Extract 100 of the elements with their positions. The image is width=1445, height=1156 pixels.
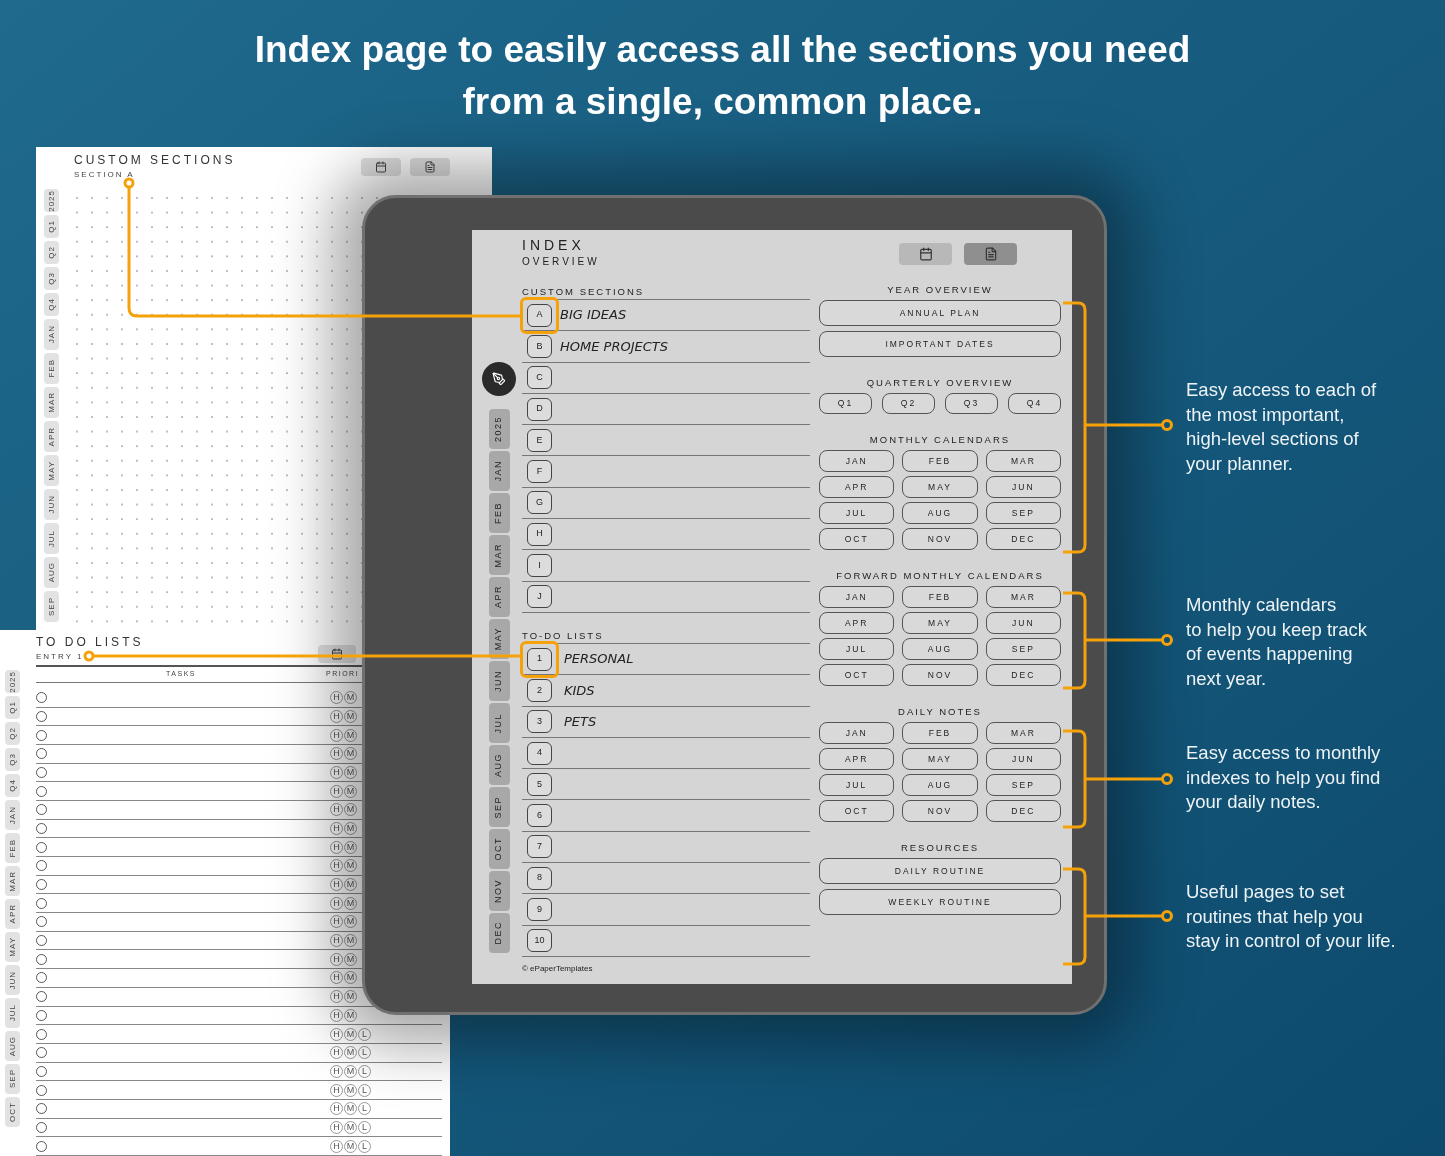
nav-button[interactable]: OCT — [819, 800, 895, 822]
nav-button[interactable]: JUN — [985, 476, 1061, 498]
nav-button[interactable]: Q4 — [1008, 393, 1061, 414]
nav-button[interactable]: APR — [819, 748, 895, 770]
index-key-button[interactable]: 1 — [527, 647, 552, 671]
index-key-button[interactable]: 3 — [527, 710, 552, 734]
side-tab[interactable]: 2025 — [488, 409, 510, 449]
index-key-button[interactable]: 8 — [527, 866, 552, 890]
side-tab[interactable]: FEB — [488, 493, 510, 533]
index-key-button[interactable]: 10 — [527, 929, 552, 953]
nav-button[interactable]: DEC — [985, 664, 1061, 686]
side-tab[interactable]: APR — [488, 577, 510, 617]
nav-button[interactable]: JUN — [985, 748, 1061, 770]
side-tab[interactable]: SEP — [488, 787, 510, 827]
index-key-button[interactable]: H — [527, 522, 552, 546]
side-tab[interactable]: AUG — [44, 557, 59, 588]
index-key-button[interactable]: J — [527, 585, 552, 609]
nav-button[interactable]: JUN — [985, 612, 1061, 634]
task-checkbox[interactable] — [36, 953, 47, 965]
task-checkbox[interactable] — [36, 991, 47, 1003]
task-checkbox[interactable] — [36, 729, 47, 741]
nav-button[interactable]: JUL — [819, 638, 895, 660]
task-checkbox[interactable] — [36, 1047, 47, 1059]
side-tab[interactable]: 2025 — [5, 670, 20, 693]
side-tab[interactable]: OCT — [5, 1097, 20, 1127]
nav-button[interactable]: MAY — [902, 612, 978, 634]
nav-button[interactable]: Q2 — [882, 393, 935, 414]
task-checkbox[interactable] — [36, 916, 47, 928]
side-tab[interactable]: SEP — [5, 1064, 20, 1094]
side-tab[interactable]: MAY — [5, 932, 20, 962]
index-key-button[interactable]: 2 — [527, 678, 552, 702]
nav-button[interactable]: DAILY ROUTINE — [819, 858, 1061, 884]
nav-button[interactable]: SEP — [985, 638, 1061, 660]
nav-button[interactable]: DEC — [985, 528, 1061, 550]
task-checkbox[interactable] — [36, 1103, 47, 1115]
task-checkbox[interactable] — [36, 935, 47, 947]
side-tab[interactable]: OCT — [488, 829, 510, 869]
side-tab[interactable]: SEP — [44, 591, 59, 622]
side-tab[interactable]: JUL — [5, 998, 20, 1028]
index-key-button[interactable]: 4 — [527, 741, 552, 765]
task-checkbox[interactable] — [36, 1009, 47, 1021]
task-checkbox[interactable] — [36, 692, 47, 704]
task-checkbox[interactable] — [36, 766, 47, 778]
side-tab[interactable]: JUN — [488, 661, 510, 701]
side-tab[interactable]: MAY — [488, 619, 510, 659]
nav-button[interactable]: AUG — [902, 774, 978, 796]
nav-button[interactable]: NOV — [902, 800, 978, 822]
side-tab[interactable]: AUG — [488, 745, 510, 785]
nav-button[interactable]: ANNUAL PLAN — [819, 300, 1061, 326]
nav-button[interactable]: DEC — [985, 800, 1061, 822]
nav-button[interactable]: MAY — [902, 748, 978, 770]
side-tab[interactable]: JUN — [5, 965, 20, 995]
index-key-button[interactable]: G — [527, 491, 552, 515]
nav-button[interactable]: OCT — [819, 528, 895, 550]
side-tab[interactable]: Q2 — [44, 241, 59, 264]
nav-button[interactable]: MAY — [902, 476, 978, 498]
side-tab[interactable]: MAR — [44, 387, 59, 418]
task-checkbox[interactable] — [36, 897, 47, 909]
side-tab[interactable]: MAY — [44, 455, 59, 486]
task-checkbox[interactable] — [36, 972, 47, 984]
side-tab[interactable]: JUL — [44, 523, 59, 554]
side-tab[interactable]: MAR — [488, 535, 510, 575]
index-key-button[interactable]: 5 — [527, 772, 552, 796]
task-checkbox[interactable] — [36, 804, 47, 816]
index-key-button[interactable]: 7 — [527, 835, 552, 859]
index-key-button[interactable]: I — [527, 554, 552, 577]
nav-button[interactable]: Q3 — [945, 393, 998, 414]
task-checkbox[interactable] — [36, 748, 47, 760]
side-tab[interactable]: APR — [5, 899, 20, 929]
index-key-button[interactable]: 6 — [527, 804, 552, 828]
side-tab[interactable]: JAN — [5, 800, 20, 830]
nav-button[interactable]: JAN — [819, 450, 895, 472]
side-tab[interactable]: MAR — [5, 866, 20, 896]
side-tab[interactable]: FEB — [44, 353, 59, 384]
side-tab[interactable]: Q4 — [44, 293, 59, 316]
nav-button[interactable]: MAR — [985, 450, 1061, 472]
nav-button[interactable]: FEB — [902, 450, 978, 472]
pen-button[interactable] — [482, 362, 516, 396]
index-key-button[interactable]: C — [527, 366, 552, 390]
index-key-button[interactable]: A — [527, 303, 552, 327]
side-tab[interactable]: Q1 — [44, 215, 59, 238]
nav-button[interactable]: NOV — [902, 664, 978, 686]
side-tab[interactable]: 2025 — [44, 189, 59, 212]
index-key-button[interactable]: D — [527, 397, 552, 421]
task-checkbox[interactable] — [36, 1140, 47, 1152]
nav-button[interactable]: JUL — [819, 774, 895, 796]
side-tab[interactable]: JAN — [488, 451, 510, 491]
nav-button[interactable]: SEP — [985, 774, 1061, 796]
task-checkbox[interactable] — [36, 1084, 47, 1096]
side-tab[interactable]: Q1 — [5, 696, 20, 719]
index-key-button[interactable]: 9 — [527, 898, 552, 921]
nav-button[interactable]: APR — [819, 612, 895, 634]
list-view-button[interactable] — [964, 243, 1017, 265]
side-tab[interactable]: JAN — [44, 319, 59, 350]
side-tab[interactable]: APR — [44, 421, 59, 452]
nav-button[interactable]: MAR — [985, 722, 1061, 744]
nav-button[interactable]: OCT — [819, 664, 895, 686]
nav-button[interactable]: SEP — [985, 502, 1061, 524]
nav-button[interactable]: APR — [819, 476, 895, 498]
nav-button[interactable]: FEB — [902, 722, 978, 744]
